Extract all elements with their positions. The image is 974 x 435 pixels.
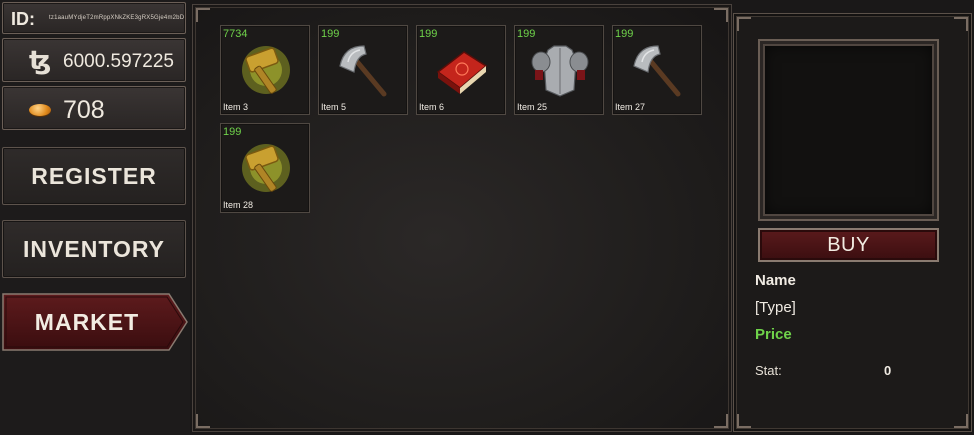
sidebar: ID: tz1aauMYdjeT2mRppXNkZKE3gRX5Gje4m2bD… — [0, 0, 190, 435]
item-name: Item 5 — [321, 102, 347, 112]
item-quantity: 199 — [321, 28, 340, 40]
tezos-icon: ꜩ — [29, 46, 52, 76]
golden-hammer-icon — [242, 144, 290, 192]
market-item-slot[interactable]: 199 Item 5 — [318, 25, 408, 115]
frame-corner — [196, 8, 210, 22]
item-name: Item 3 — [223, 102, 249, 112]
frame-corner — [737, 414, 751, 428]
frame-corner — [196, 414, 210, 428]
tez-balance-value: 6000.597225 — [63, 51, 174, 72]
tez-balance-panel: ꜩ 6000.597225 — [2, 38, 186, 82]
frame-corner — [714, 414, 728, 428]
wallet-id-panel: ID: tz1aauMYdjeT2mRppXNkZKE3gRX5Gje4m2bD — [2, 2, 186, 34]
frame-corner — [737, 17, 751, 31]
chest-armor-icon — [531, 45, 589, 97]
wallet-id-label: ID: — [11, 9, 35, 29]
battle-axe-icon — [633, 45, 681, 97]
market-item-slot[interactable]: 199 Item 28 — [220, 123, 310, 213]
gold-coin-icon — [29, 104, 51, 116]
wallet-id-value: tz1aauMYdjeT2mRppXNkZKE3gRX5Gje4m2bD — [49, 15, 185, 21]
inventory-button[interactable]: INVENTORY — [2, 220, 186, 278]
market-item-slot[interactable]: 7734 Item 3 — [220, 25, 310, 115]
frame-corner — [954, 17, 968, 31]
coin-balance-panel: 708 — [2, 86, 186, 130]
item-detail-type: [Type] — [755, 299, 796, 316]
frame-corner — [954, 414, 968, 428]
item-name: Item 25 — [517, 102, 548, 112]
battle-axe-icon — [339, 45, 387, 97]
red-spellbook-icon — [436, 51, 488, 94]
item-detail-price: Price — [755, 326, 792, 343]
item-detail-panel: BUY Name [Type] Price Stat: 0 — [733, 13, 972, 432]
item-quantity: 199 — [419, 28, 438, 40]
market-item-slot[interactable]: 199 Item 27 — [612, 25, 702, 115]
market-item-slot[interactable]: 199 Item 6 — [416, 25, 506, 115]
register-button[interactable]: REGISTER — [2, 147, 186, 205]
item-stat-value: 0 — [884, 363, 892, 378]
item-name: Item 6 — [419, 102, 445, 112]
market-button-label: MARKET — [34, 308, 140, 335]
item-quantity: 199 — [223, 126, 242, 138]
item-name: Item 28 — [223, 200, 254, 210]
item-detail-name: Name — [755, 272, 796, 289]
item-name: Item 27 — [615, 102, 646, 112]
coin-balance-value: 708 — [63, 96, 105, 124]
item-quantity: 199 — [615, 28, 634, 40]
golden-hammer-icon — [242, 46, 290, 94]
item-stat-label: Stat: — [755, 363, 782, 378]
market-item-slot[interactable]: 199 Item 25 — [514, 25, 604, 115]
buy-button[interactable]: BUY — [758, 228, 939, 262]
market-button[interactable]: MARKET — [2, 293, 188, 351]
item-quantity: 199 — [517, 28, 536, 40]
item-preview-frame — [758, 39, 939, 221]
item-quantity: 7734 — [223, 28, 248, 40]
frame-corner — [714, 8, 728, 22]
market-panel: 7734 Item 3 199 Item 5 199 Item 6 199 It… — [192, 4, 732, 432]
